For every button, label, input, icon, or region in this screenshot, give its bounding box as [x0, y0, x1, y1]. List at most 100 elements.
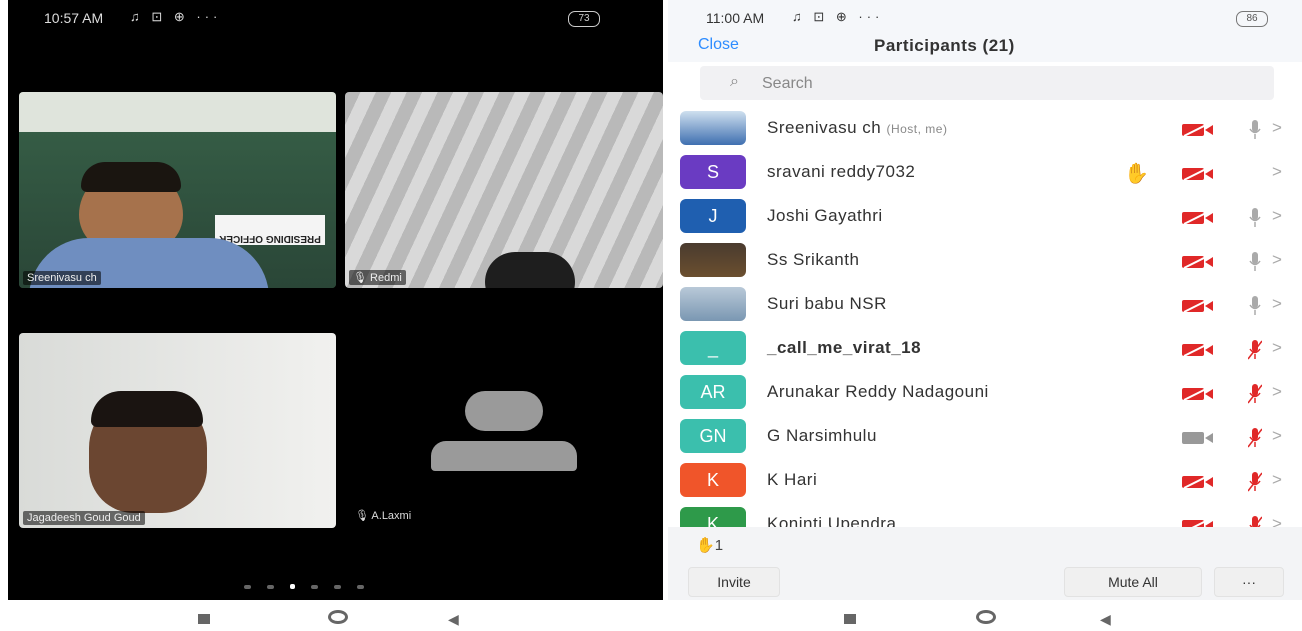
home-icon[interactable]	[328, 610, 348, 624]
android-nav-bar: ◀	[668, 602, 1302, 631]
participant-name: _call_me_virat_18	[767, 338, 921, 358]
participant-row[interactable]: K Koninti Upendra >	[668, 503, 1302, 527]
video-off-icon	[1182, 166, 1214, 181]
mute-all-button[interactable]: Mute All	[1064, 567, 1202, 597]
chevron-right-icon: >	[1272, 338, 1282, 357]
participant-name-text: sravani reddy7032	[767, 162, 916, 181]
mic-muted-icon	[1247, 427, 1263, 449]
participant-name-text: G Narsimhulu	[767, 426, 877, 445]
participant-name: Koninti Upendra	[767, 514, 896, 527]
host-tag: (Host, me)	[886, 122, 948, 136]
back-icon[interactable]: ◀	[448, 611, 459, 628]
participant-name: K Hari	[767, 470, 817, 490]
video-tile-redmi[interactable]: 🎙 Redmi	[345, 92, 663, 288]
more-button[interactable]: ···	[1214, 567, 1284, 597]
video-off-icon	[1182, 254, 1214, 269]
mic-icon	[1248, 207, 1262, 229]
person-hair	[91, 391, 203, 427]
avatar-placeholder-head	[465, 391, 543, 431]
mic-muted-icon	[1247, 471, 1263, 493]
avatar: GN	[680, 419, 746, 453]
page-dot	[311, 585, 318, 589]
participant-name: sravani reddy7032	[767, 162, 915, 182]
participant-name: Suri babu NSR	[767, 294, 887, 314]
recent-apps-icon[interactable]	[844, 614, 856, 624]
raised-hand-icon: ✋	[696, 537, 715, 554]
mic-icon	[1248, 119, 1262, 141]
participant-row[interactable]: GN G Narsimhulu >	[668, 415, 1302, 459]
tile-name-label: 🎙 A.Laxmi	[355, 509, 411, 522]
participant-row[interactable]: Ssravani reddy7032 ✋ >	[668, 151, 1302, 195]
invite-button[interactable]: Invite	[688, 567, 780, 597]
video-tile-laxmi[interactable]: 🎙 A.Laxmi	[345, 333, 663, 528]
participant-row[interactable]: Ss Srikanth >	[668, 239, 1302, 283]
chevron-right-icon: >	[1272, 294, 1282, 313]
participant-name: G Narsimhulu	[767, 426, 877, 446]
chevron-right-icon: >	[1272, 382, 1282, 401]
participant-name-text: _call_me_virat_18	[767, 338, 922, 357]
participant-name: Sreenivasu ch (Host, me)	[767, 118, 947, 138]
participant-name-text: Ss Srikanth	[767, 250, 860, 269]
video-icon	[1182, 431, 1214, 445]
mic-icon: 🎙	[353, 272, 371, 284]
participant-row[interactable]: Sreenivasu ch (Host, me) >	[668, 107, 1302, 151]
video-tile-jagadeesh[interactable]: Jagadeesh Goud Goud	[19, 333, 336, 528]
raised-hand-icon: ✋	[1124, 163, 1149, 185]
page-indicator[interactable]	[236, 576, 372, 594]
tile-name-text: A.Laxmi	[371, 510, 412, 522]
participant-row[interactable]: Suri babu NSR >	[668, 283, 1302, 327]
mic-icon	[1248, 251, 1262, 273]
video-off-icon	[1182, 386, 1214, 401]
meeting-gallery-view: 10:57 AM ♫ ⊡ ⊕ ··· 73 PRESIDING OFFICER …	[8, 0, 663, 600]
video-off-icon	[1182, 518, 1214, 527]
participant-name: Joshi Gayathri	[767, 206, 883, 226]
participant-row[interactable]: K K Hari >	[668, 459, 1302, 503]
back-icon[interactable]: ◀	[1100, 611, 1111, 628]
page-dot	[334, 585, 341, 589]
tile-name-text: Redmi	[370, 272, 402, 284]
person-hair	[81, 162, 181, 192]
avatar: AR	[680, 375, 746, 409]
avatar: S	[680, 155, 746, 189]
mic-muted-icon	[1248, 515, 1263, 527]
participant-name-text: K Hari	[767, 470, 818, 489]
participant-name-text: Koninti Upendra	[767, 514, 897, 527]
raised-hands-value: 1	[714, 537, 724, 554]
avatar	[680, 111, 746, 145]
mic-muted-icon: 🎙	[355, 510, 372, 522]
chevron-right-icon: >	[1272, 470, 1282, 489]
participant-name-text: Joshi Gayathri	[767, 206, 883, 225]
participant-name: Arunakar Reddy Nadagouni	[767, 382, 989, 402]
android-nav-bar: ◀	[8, 602, 663, 631]
avatar: J	[680, 199, 746, 233]
recent-apps-icon[interactable]	[198, 614, 210, 624]
video-off-icon	[1182, 474, 1214, 489]
battery-icon: 73	[568, 11, 600, 27]
participant-name-text: Sreenivasu ch	[767, 118, 882, 137]
participant-name-text: Suri babu NSR	[767, 294, 887, 313]
chevron-right-icon: >	[1272, 514, 1282, 527]
presiding-sign: PRESIDING OFFICER	[215, 215, 325, 245]
chevron-right-icon: >	[1272, 250, 1282, 269]
tile-name-label: 🎙 Redmi	[349, 270, 406, 285]
participants-panel: 11:00 AM ♫ ⊡ ⊕ ··· 86 Close Participants…	[668, 0, 1302, 600]
chevron-right-icon: >	[1272, 206, 1282, 225]
video-tile-sreenivasu[interactable]: PRESIDING OFFICER Sreenivasu ch	[19, 92, 336, 288]
mic-muted-icon	[1247, 383, 1263, 405]
page-dot	[267, 585, 274, 589]
mic-muted-icon	[1247, 339, 1263, 361]
participant-row[interactable]: AR Arunakar Reddy Nadagouni >	[668, 371, 1302, 415]
mic-icon	[1248, 295, 1262, 317]
avatar: K	[680, 463, 746, 497]
home-icon[interactable]	[976, 610, 996, 624]
participant-row[interactable]: _ _call_me_virat_18 >	[668, 327, 1302, 371]
participant-row[interactable]: J Joshi Gayathri >	[668, 195, 1302, 239]
avatar	[680, 243, 746, 277]
avatar: K	[680, 507, 746, 527]
chevron-right-icon: >	[1272, 426, 1282, 445]
status-icons: ♫ ⊡ ⊕ ···	[130, 9, 222, 24]
chevron-right-icon: >	[1272, 162, 1282, 181]
avatar	[680, 287, 746, 321]
page-dot-active	[290, 584, 295, 589]
tile-name-label: Jagadeesh Goud Goud	[23, 511, 145, 525]
